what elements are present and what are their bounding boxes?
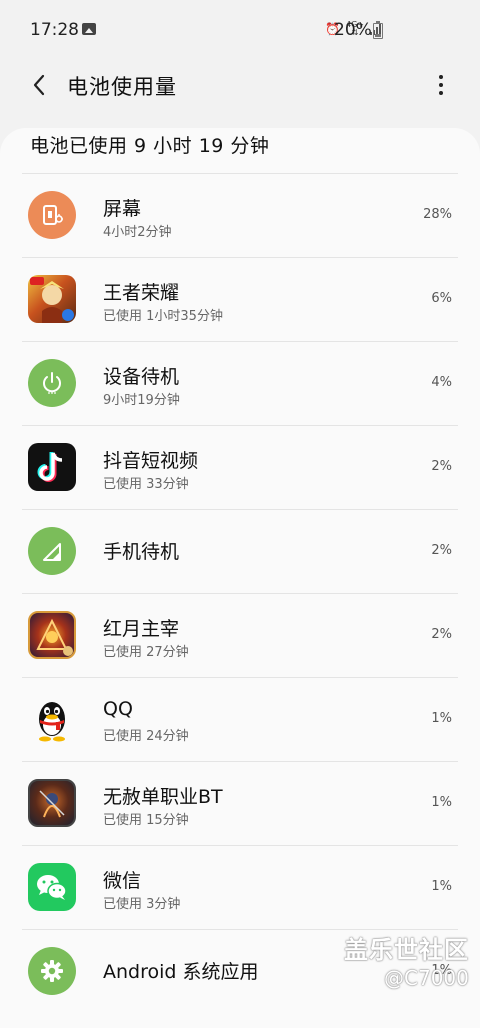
usage-item-name: 王者荣耀: [103, 282, 180, 304]
wushe-game-icon: [28, 779, 76, 827]
watermark-handle: @C7000: [384, 966, 469, 990]
cell-signal-icon: [28, 527, 76, 575]
usage-row-phone-standby[interactable]: 手机待机 2%: [0, 509, 480, 593]
usage-item-name: 无赦单职业BT: [103, 786, 223, 808]
usage-item-name: 微信: [103, 870, 142, 892]
screen-icon: [28, 191, 76, 239]
usage-item-detail: 已使用 1小时35分钟: [103, 309, 223, 324]
usage-row-red-moon[interactable]: 红月主宰 已使用 27分钟 2%: [0, 593, 480, 677]
usage-item-percent: 2%: [431, 627, 452, 642]
usage-item-name: QQ: [103, 698, 133, 720]
usage-item-name: Android 系统应用: [103, 961, 259, 983]
app-header: 电池使用量: [0, 62, 480, 122]
usage-row-screen[interactable]: 屏幕 4小时2分钟 28%: [0, 173, 480, 257]
usage-item-percent: 2%: [431, 543, 452, 558]
usage-item-percent: 4%: [431, 375, 452, 390]
usage-row-wushe[interactable]: 无赦单职业BT 已使用 15分钟 1%: [0, 761, 480, 845]
more-dot-icon: [439, 75, 443, 79]
android-settings-gear-icon: [28, 947, 76, 995]
more-options-button[interactable]: [426, 70, 456, 100]
usage-item-detail: 已使用 24分钟: [103, 729, 189, 744]
battery-usage-card: 电池已使用 9 小时 19 分钟 屏幕 4小时2分钟 28% 王者荣耀 已使用 …: [0, 128, 480, 1028]
wechat-icon: [28, 863, 76, 911]
back-arrow-icon: [33, 74, 45, 96]
usage-item-detail: 已使用 27分钟: [103, 645, 189, 660]
battery-percent: 20%: [334, 20, 372, 40]
more-dot-icon: [439, 91, 443, 95]
usage-item-detail: 9小时19分钟: [103, 393, 180, 408]
usage-item-percent: 6%: [431, 291, 452, 306]
usage-item-percent: 28%: [423, 207, 452, 222]
battery-usage-summary: 电池已使用 9 小时 19 分钟: [30, 135, 270, 157]
usage-item-detail: 已使用 33分钟: [103, 477, 189, 492]
usage-item-percent: 1%: [431, 879, 452, 894]
usage-item-detail: 已使用 3分钟: [103, 897, 181, 912]
douyin-app-icon: [28, 443, 76, 491]
back-button[interactable]: [24, 70, 54, 100]
watermark-text: 盖乐世社区: [344, 936, 469, 964]
usage-row-qq[interactable]: QQ 已使用 24分钟 1%: [0, 677, 480, 761]
status-time: 17:28: [30, 20, 79, 40]
usage-item-percent: 1%: [431, 711, 452, 726]
status-bar: 17:28 ⏰ 4G+ ⇅ 20%: [0, 0, 480, 62]
usage-row-wechat[interactable]: 微信 已使用 3分钟 1%: [0, 845, 480, 929]
usage-item-name: 抖音短视频: [103, 450, 199, 472]
battery-icon: [373, 21, 383, 39]
page-title: 电池使用量: [67, 75, 177, 99]
more-dot-icon: [439, 83, 443, 87]
usage-row-douyin[interactable]: 抖音短视频 已使用 33分钟 2%: [0, 425, 480, 509]
usage-row-honor-of-kings[interactable]: 王者荣耀 已使用 1小时35分钟 6%: [0, 257, 480, 341]
gallery-notification-icon: [82, 23, 96, 35]
usage-item-detail: 已使用 15分钟: [103, 813, 189, 828]
usage-item-name: 屏幕: [103, 198, 142, 220]
usage-item-name: 红月主宰: [103, 618, 180, 640]
usage-row-device-standby[interactable]: 设备待机 9小时19分钟 4%: [0, 341, 480, 425]
standby-power-icon: [28, 359, 76, 407]
usage-item-percent: 2%: [431, 459, 452, 474]
red-moon-game-icon: [28, 611, 76, 659]
usage-item-detail: 4小时2分钟: [103, 225, 172, 240]
honor-of-kings-app-icon: [28, 275, 76, 323]
usage-item-percent: 1%: [431, 795, 452, 810]
qq-penguin-icon: [28, 695, 76, 743]
usage-item-name: 手机待机: [103, 541, 180, 563]
usage-item-name: 设备待机: [103, 366, 180, 388]
